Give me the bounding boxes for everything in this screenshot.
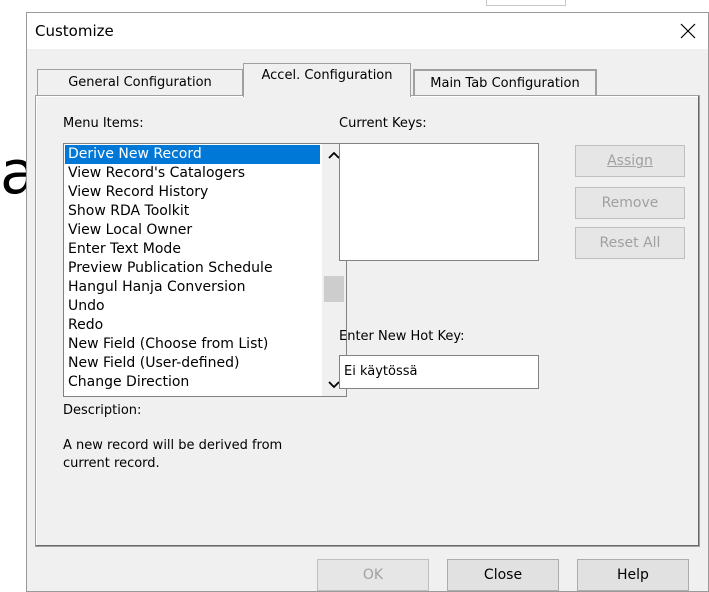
list-item[interactable]: Enter Text Mode bbox=[65, 240, 320, 259]
tab-main-tab-configuration[interactable]: Main Tab Configuration bbox=[413, 69, 597, 95]
list-item[interactable]: Change Direction bbox=[65, 373, 320, 392]
list-item[interactable]: New Field (User-defined) bbox=[65, 354, 320, 373]
ok-button-label: OK bbox=[362, 567, 384, 583]
tab-label: General Configuration bbox=[68, 75, 212, 90]
list-item[interactable]: New Field (Choose from List) bbox=[65, 335, 320, 354]
list-item[interactable]: View Record History bbox=[65, 183, 320, 202]
close-button-label: Close bbox=[483, 567, 523, 583]
assign-button[interactable]: Assign bbox=[575, 145, 685, 177]
list-item[interactable]: Show RDA Toolkit bbox=[65, 202, 320, 221]
close-icon[interactable] bbox=[668, 13, 708, 49]
help-button-label: Help bbox=[617, 567, 649, 583]
help-button[interactable]: Help bbox=[577, 559, 689, 591]
remove-button[interactable]: Remove bbox=[575, 187, 685, 219]
background-text-fragment: a bbox=[0, 138, 28, 208]
description-text: A new record will be derived from curren… bbox=[63, 438, 283, 471]
menu-items-listbox[interactable]: Derive New Record View Record's Cataloger… bbox=[63, 143, 347, 397]
current-keys-label: Current Keys: bbox=[339, 116, 427, 131]
scroll-thumb[interactable] bbox=[324, 276, 344, 302]
background-fragment-marks: ︙ bbox=[695, 500, 709, 560]
assign-button-label: Assign bbox=[607, 153, 653, 169]
dialog-titlebar: Customize bbox=[27, 13, 708, 49]
customize-dialog: Customize General Configuration Accel. C… bbox=[26, 12, 709, 592]
remove-button-label: Remove bbox=[601, 195, 659, 211]
dialog-title: Customize bbox=[35, 22, 114, 40]
ok-button[interactable]: OK bbox=[317, 559, 429, 591]
menu-items-label: Menu Items: bbox=[63, 116, 144, 131]
list-item[interactable]: Undo bbox=[65, 297, 320, 316]
close-button[interactable]: Close bbox=[447, 559, 559, 591]
background-window-edge bbox=[0, 0, 28, 592]
background-field-fragment bbox=[486, 0, 566, 6]
list-item[interactable]: View Record's Catalogers bbox=[65, 164, 320, 183]
menu-items-list: Derive New Record View Record's Cataloger… bbox=[65, 145, 320, 392]
enter-hot-key-label: Enter New Hot Key: bbox=[339, 329, 465, 344]
list-item[interactable]: Redo bbox=[65, 316, 320, 335]
reset-all-button-label: Reset All bbox=[599, 235, 661, 251]
reset-all-button[interactable]: Reset All bbox=[575, 227, 685, 259]
tab-label: Accel. Configuration bbox=[261, 68, 393, 83]
list-item[interactable]: View Local Owner bbox=[65, 221, 320, 240]
list-item[interactable]: Derive New Record bbox=[65, 145, 320, 164]
tab-label: Main Tab Configuration bbox=[430, 76, 580, 91]
hot-key-input[interactable]: Ei käytössä bbox=[339, 355, 539, 389]
list-item[interactable]: Hangul Hanja Conversion bbox=[65, 278, 320, 297]
tab-general-configuration[interactable]: General Configuration bbox=[37, 69, 243, 95]
list-item[interactable]: Preview Publication Schedule bbox=[65, 259, 320, 278]
current-keys-list[interactable] bbox=[339, 143, 539, 261]
description-label: Description: bbox=[63, 403, 142, 418]
tab-accel-configuration[interactable]: Accel. Configuration bbox=[243, 63, 411, 97]
